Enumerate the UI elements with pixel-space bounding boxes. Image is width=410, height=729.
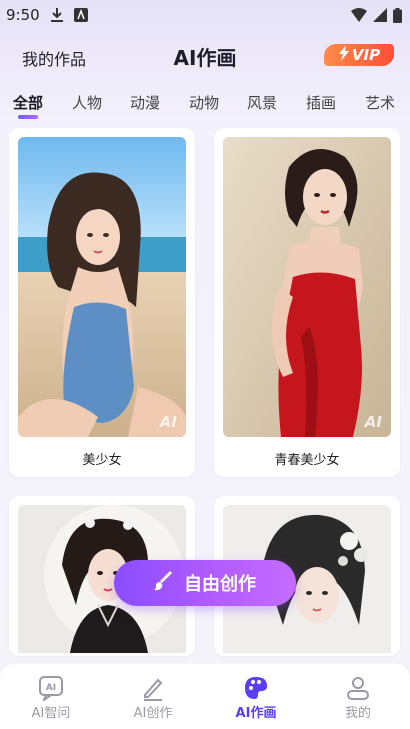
wifi-icon [351,8,367,22]
tab-illustration[interactable]: 插画 [306,92,336,113]
artwork-card[interactable]: AI 青春美少女 [214,128,400,477]
nav-ai-paint-label: AI作画 [235,706,277,721]
tab-scenery[interactable]: 风景 [247,92,277,113]
tab-indicator [18,115,38,119]
download-icon [50,7,64,23]
category-tabs: 全部 人物 动漫 动物 风景 插画 艺术 [0,88,410,122]
signal-icon [373,8,387,22]
ai-watermark: AI [364,413,382,431]
tab-people[interactable]: 人物 [72,92,102,113]
nav-ai-chat-label: AI智问 [31,706,71,721]
pen-icon [113,674,193,702]
tab-art[interactable]: 艺术 [365,92,395,113]
artwork-image-red-dress [223,137,391,437]
battery-icon [393,7,402,23]
artwork-title: 美少女 [82,453,122,468]
tab-all[interactable]: 全部 [13,92,43,113]
palette-icon [216,674,296,702]
artwork-card[interactable]: AI 美少女 [9,128,195,477]
ai-watermark: AI [159,413,177,431]
artwork-title: 青春美少女 [274,453,340,468]
header: 我的作品 AI作画 VIP [0,36,410,76]
brush-icon [154,570,174,596]
status-time: 9:50 [6,6,40,24]
nav-mine-label: 我的 [344,706,371,721]
app-notification-icon [73,8,88,22]
bottom-nav: AI AI智问 AI创作 AI作画 我的 [0,664,410,729]
nav-ai-create[interactable]: AI创作 [113,674,193,721]
lightning-icon [338,45,350,65]
status-bar: 9:50 [0,0,410,30]
nav-ai-paint[interactable]: AI作画 [216,674,296,721]
nav-mine[interactable]: 我的 [318,674,398,721]
user-icon [318,674,398,702]
vip-button[interactable]: VIP [324,44,394,66]
vip-label: VIP [351,46,381,64]
nav-ai-chat[interactable]: AI AI智问 [11,674,91,721]
artwork-image-beach-girl [18,137,186,437]
svg-text:AI: AI [46,683,56,693]
nav-ai-create-label: AI创作 [133,706,173,721]
tab-anime[interactable]: 动漫 [130,92,160,113]
free-create-label: 自由创作 [184,574,256,595]
ai-chat-icon: AI [11,674,91,702]
free-create-button[interactable]: 自由创作 [114,560,296,606]
tab-animals[interactable]: 动物 [189,92,219,113]
